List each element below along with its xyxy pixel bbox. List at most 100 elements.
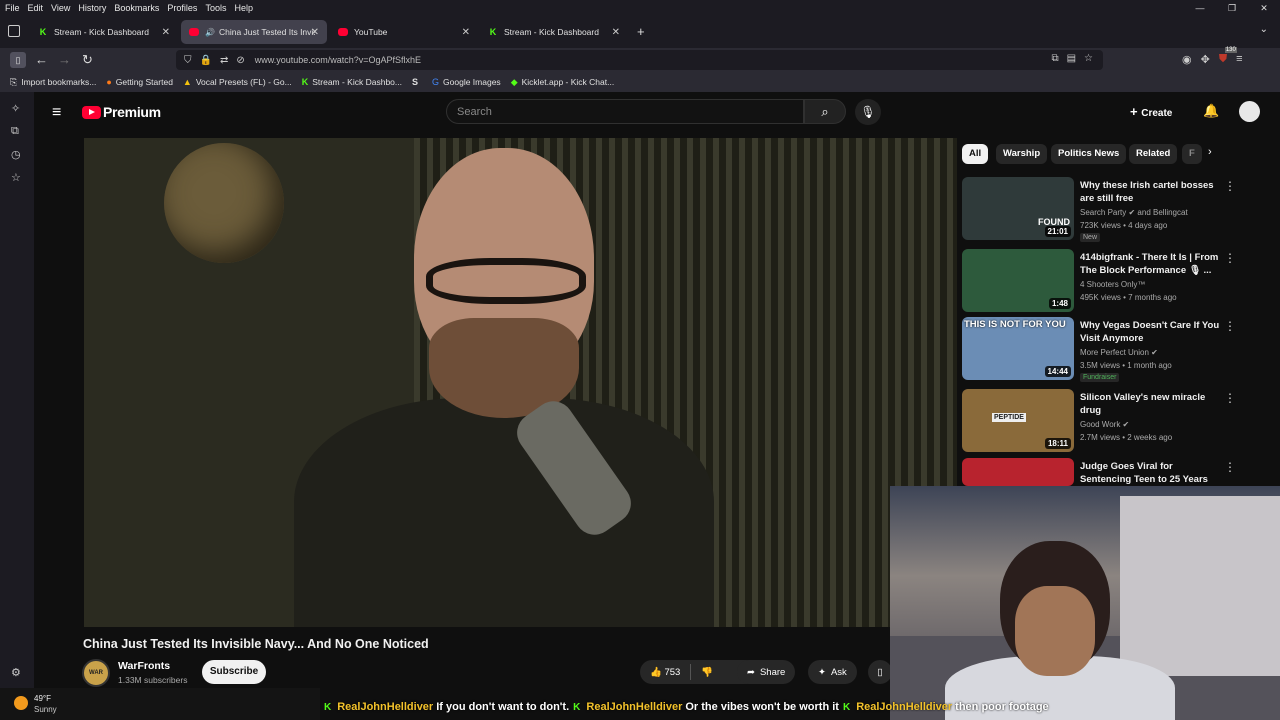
- restore-icon[interactable]: ❐: [1216, 0, 1248, 16]
- url-text[interactable]: www.youtube.com/watch?v=OgAPfSflxhE: [255, 55, 421, 65]
- menu-tools[interactable]: Tools: [205, 3, 226, 13]
- close-icon[interactable]: ✕: [311, 27, 319, 38]
- weather-temperature[interactable]: 49°F: [34, 694, 51, 703]
- bookmark-vocal-presets[interactable]: ▲ Vocal Presets (FL) - Go...: [183, 77, 292, 87]
- lock-icon[interactable]: 🔒: [200, 55, 212, 66]
- menu-view[interactable]: View: [51, 3, 70, 13]
- tab-list-icon[interactable]: [8, 25, 20, 37]
- thumbnail[interactable]: PEPTIDE 18:11: [962, 389, 1074, 452]
- chevron-right-icon[interactable]: ›: [1208, 146, 1212, 158]
- related-video[interactable]: 1:48 414bigfrank - There It Is | From Th…: [962, 249, 1262, 313]
- more-options-icon[interactable]: ⋮: [1224, 319, 1236, 333]
- bookmarks-icon[interactable]: ☆: [11, 171, 21, 184]
- tab-youtube[interactable]: YouTube ✕: [330, 20, 478, 44]
- save-button[interactable]: ▯: [868, 660, 892, 684]
- settings-gear-icon[interactable]: ⚙: [11, 666, 21, 679]
- close-icon[interactable]: ✕: [462, 27, 470, 38]
- bookmark-import[interactable]: ⎘ Import bookmarks...: [10, 77, 96, 88]
- more-options-icon[interactable]: ⋮: [1224, 251, 1236, 265]
- menu-edit[interactable]: Edit: [28, 3, 44, 13]
- thumbs-up-icon: 👍: [650, 666, 662, 678]
- notifications-bell-icon[interactable]: 🔔: [1203, 103, 1219, 119]
- menu-help[interactable]: Help: [234, 3, 253, 13]
- subscribe-button[interactable]: Subscribe: [202, 660, 266, 684]
- back-icon[interactable]: ←: [35, 52, 48, 68]
- speaker-icon[interactable]: 🔊: [205, 28, 215, 37]
- related-video[interactable]: FOUND 21:01 Why these Irish cartel bosse…: [962, 177, 1262, 242]
- more-options-icon[interactable]: ⋮: [1224, 179, 1236, 193]
- account-icon[interactable]: ◉: [1182, 53, 1192, 66]
- menu-icon[interactable]: ≡: [1236, 53, 1242, 66]
- related-title[interactable]: Silicon Valley's new miracle drug: [1080, 391, 1220, 417]
- avatar[interactable]: [1239, 101, 1260, 122]
- minimize-icon[interactable]: —: [1184, 0, 1216, 16]
- menu-profiles[interactable]: Profiles: [167, 3, 197, 13]
- tab-kick-dashboard-1[interactable]: K Stream - Kick Dashboard ✕: [30, 20, 178, 44]
- close-window-icon[interactable]: ✕: [1248, 0, 1280, 16]
- youtube-logo[interactable]: Premium: [82, 104, 161, 120]
- more-options-icon[interactable]: ⋮: [1224, 391, 1236, 405]
- thumbnail[interactable]: THIS IS NOT FOR YOU 14:44: [962, 317, 1074, 380]
- bookmark-google-images[interactable]: G Google Images: [432, 77, 501, 87]
- extensions-icon[interactable]: ✥: [1201, 53, 1210, 66]
- bookmark-star-icon[interactable]: ☆: [1084, 53, 1093, 64]
- chip-more[interactable]: F: [1182, 144, 1202, 164]
- bookmark-s[interactable]: S: [412, 77, 422, 87]
- related-title[interactable]: Why these Irish cartel bosses are still …: [1080, 179, 1220, 205]
- related-title[interactable]: Why Vegas Doesn't Care If You Visit Anym…: [1080, 319, 1220, 345]
- chip-all[interactable]: All: [962, 144, 989, 164]
- tab-youtube-video[interactable]: 🔊 China Just Tested Its Invisibl ✕: [181, 20, 327, 44]
- related-video[interactable]: THIS IS NOT FOR YOU 14:44 Why Vegas Does…: [962, 317, 1262, 382]
- tab-kick-dashboard-2[interactable]: K Stream - Kick Dashboard ✕: [480, 20, 628, 44]
- video-player[interactable]: [84, 138, 957, 627]
- ublock-icon[interactable]: ⛊ 130: [1219, 47, 1237, 66]
- reader-view-icon[interactable]: ▤: [1067, 53, 1076, 64]
- dislike-button[interactable]: 👎: [701, 667, 713, 678]
- related-title[interactable]: 414bigfrank - There It Is | From The Blo…: [1080, 251, 1220, 277]
- shield-icon[interactable]: ⛉: [184, 55, 192, 66]
- thumbnail[interactable]: FOUND 21:01: [962, 177, 1074, 240]
- related-video[interactable]: PEPTIDE 18:11 Silicon Valley's new mirac…: [962, 389, 1262, 453]
- autoplay-blocked-icon[interactable]: ⊘: [236, 55, 244, 66]
- permissions-icon[interactable]: ⇄: [220, 55, 228, 66]
- reload-icon[interactable]: ↻: [82, 52, 93, 68]
- close-icon[interactable]: ✕: [162, 27, 170, 38]
- chip-politics-news[interactable]: Politics News: [1051, 144, 1127, 164]
- chip-related[interactable]: Related: [1129, 144, 1178, 164]
- ask-button[interactable]: ✦ Ask: [808, 660, 857, 684]
- weather-condition[interactable]: Sunny: [34, 705, 57, 714]
- kicklet-icon: ◆: [510, 76, 518, 87]
- ai-chat-icon[interactable]: ✧: [11, 102, 20, 115]
- bookmark-kicklet[interactable]: ◆ Kicklet.app - Kick Chat...: [511, 77, 615, 88]
- new-tab-icon[interactable]: +: [637, 24, 645, 39]
- address-bar[interactable]: ⛉ 🔒 ⇄ ⊘ www.youtube.com/watch?v=OgAPfSfl…: [176, 50, 1103, 70]
- search-button[interactable]: ⌕: [804, 99, 846, 124]
- synced-tabs-icon[interactable]: ⧉: [11, 125, 19, 138]
- share-button[interactable]: ➦ Share: [737, 660, 796, 684]
- chat-message: Or the vibes won't be worth it: [685, 701, 839, 713]
- bookmark-kick-dashboard[interactable]: K Stream - Kick Dashbo...: [302, 77, 402, 87]
- channel-avatar[interactable]: WAR FRONTS: [82, 659, 110, 700]
- menu-file[interactable]: File: [5, 3, 20, 13]
- voice-search-button[interactable]: 🎙: [855, 99, 881, 125]
- close-icon[interactable]: ✕: [612, 27, 620, 38]
- history-icon[interactable]: ◷: [11, 148, 21, 161]
- create-button[interactable]: + Create: [1130, 104, 1172, 119]
- channel-name[interactable]: WarFronts: [118, 660, 170, 672]
- sidebar-toggle-icon[interactable]: ▯: [10, 52, 26, 68]
- forward-icon[interactable]: →: [58, 52, 71, 68]
- thumbnail[interactable]: 1:48: [962, 249, 1074, 312]
- more-options-icon[interactable]: ⋮: [1224, 460, 1236, 474]
- like-button[interactable]: 👍 753: [650, 667, 680, 678]
- menu-bookmarks[interactable]: Bookmarks: [114, 3, 159, 13]
- menu-history[interactable]: History: [78, 3, 106, 13]
- search-input[interactable]: Search: [446, 99, 804, 124]
- chip-warship[interactable]: Warship: [996, 144, 1048, 164]
- chevron-down-icon[interactable]: ⌄: [1260, 24, 1268, 35]
- thumbnail[interactable]: [962, 458, 1074, 486]
- sun-icon[interactable]: [14, 696, 28, 710]
- picture-in-picture-icon[interactable]: ⧉: [1051, 53, 1058, 64]
- presenter: [294, 148, 714, 627]
- hamburger-menu-icon[interactable]: ≡: [52, 104, 61, 122]
- bookmark-getting-started[interactable]: ● Getting Started: [106, 77, 173, 87]
